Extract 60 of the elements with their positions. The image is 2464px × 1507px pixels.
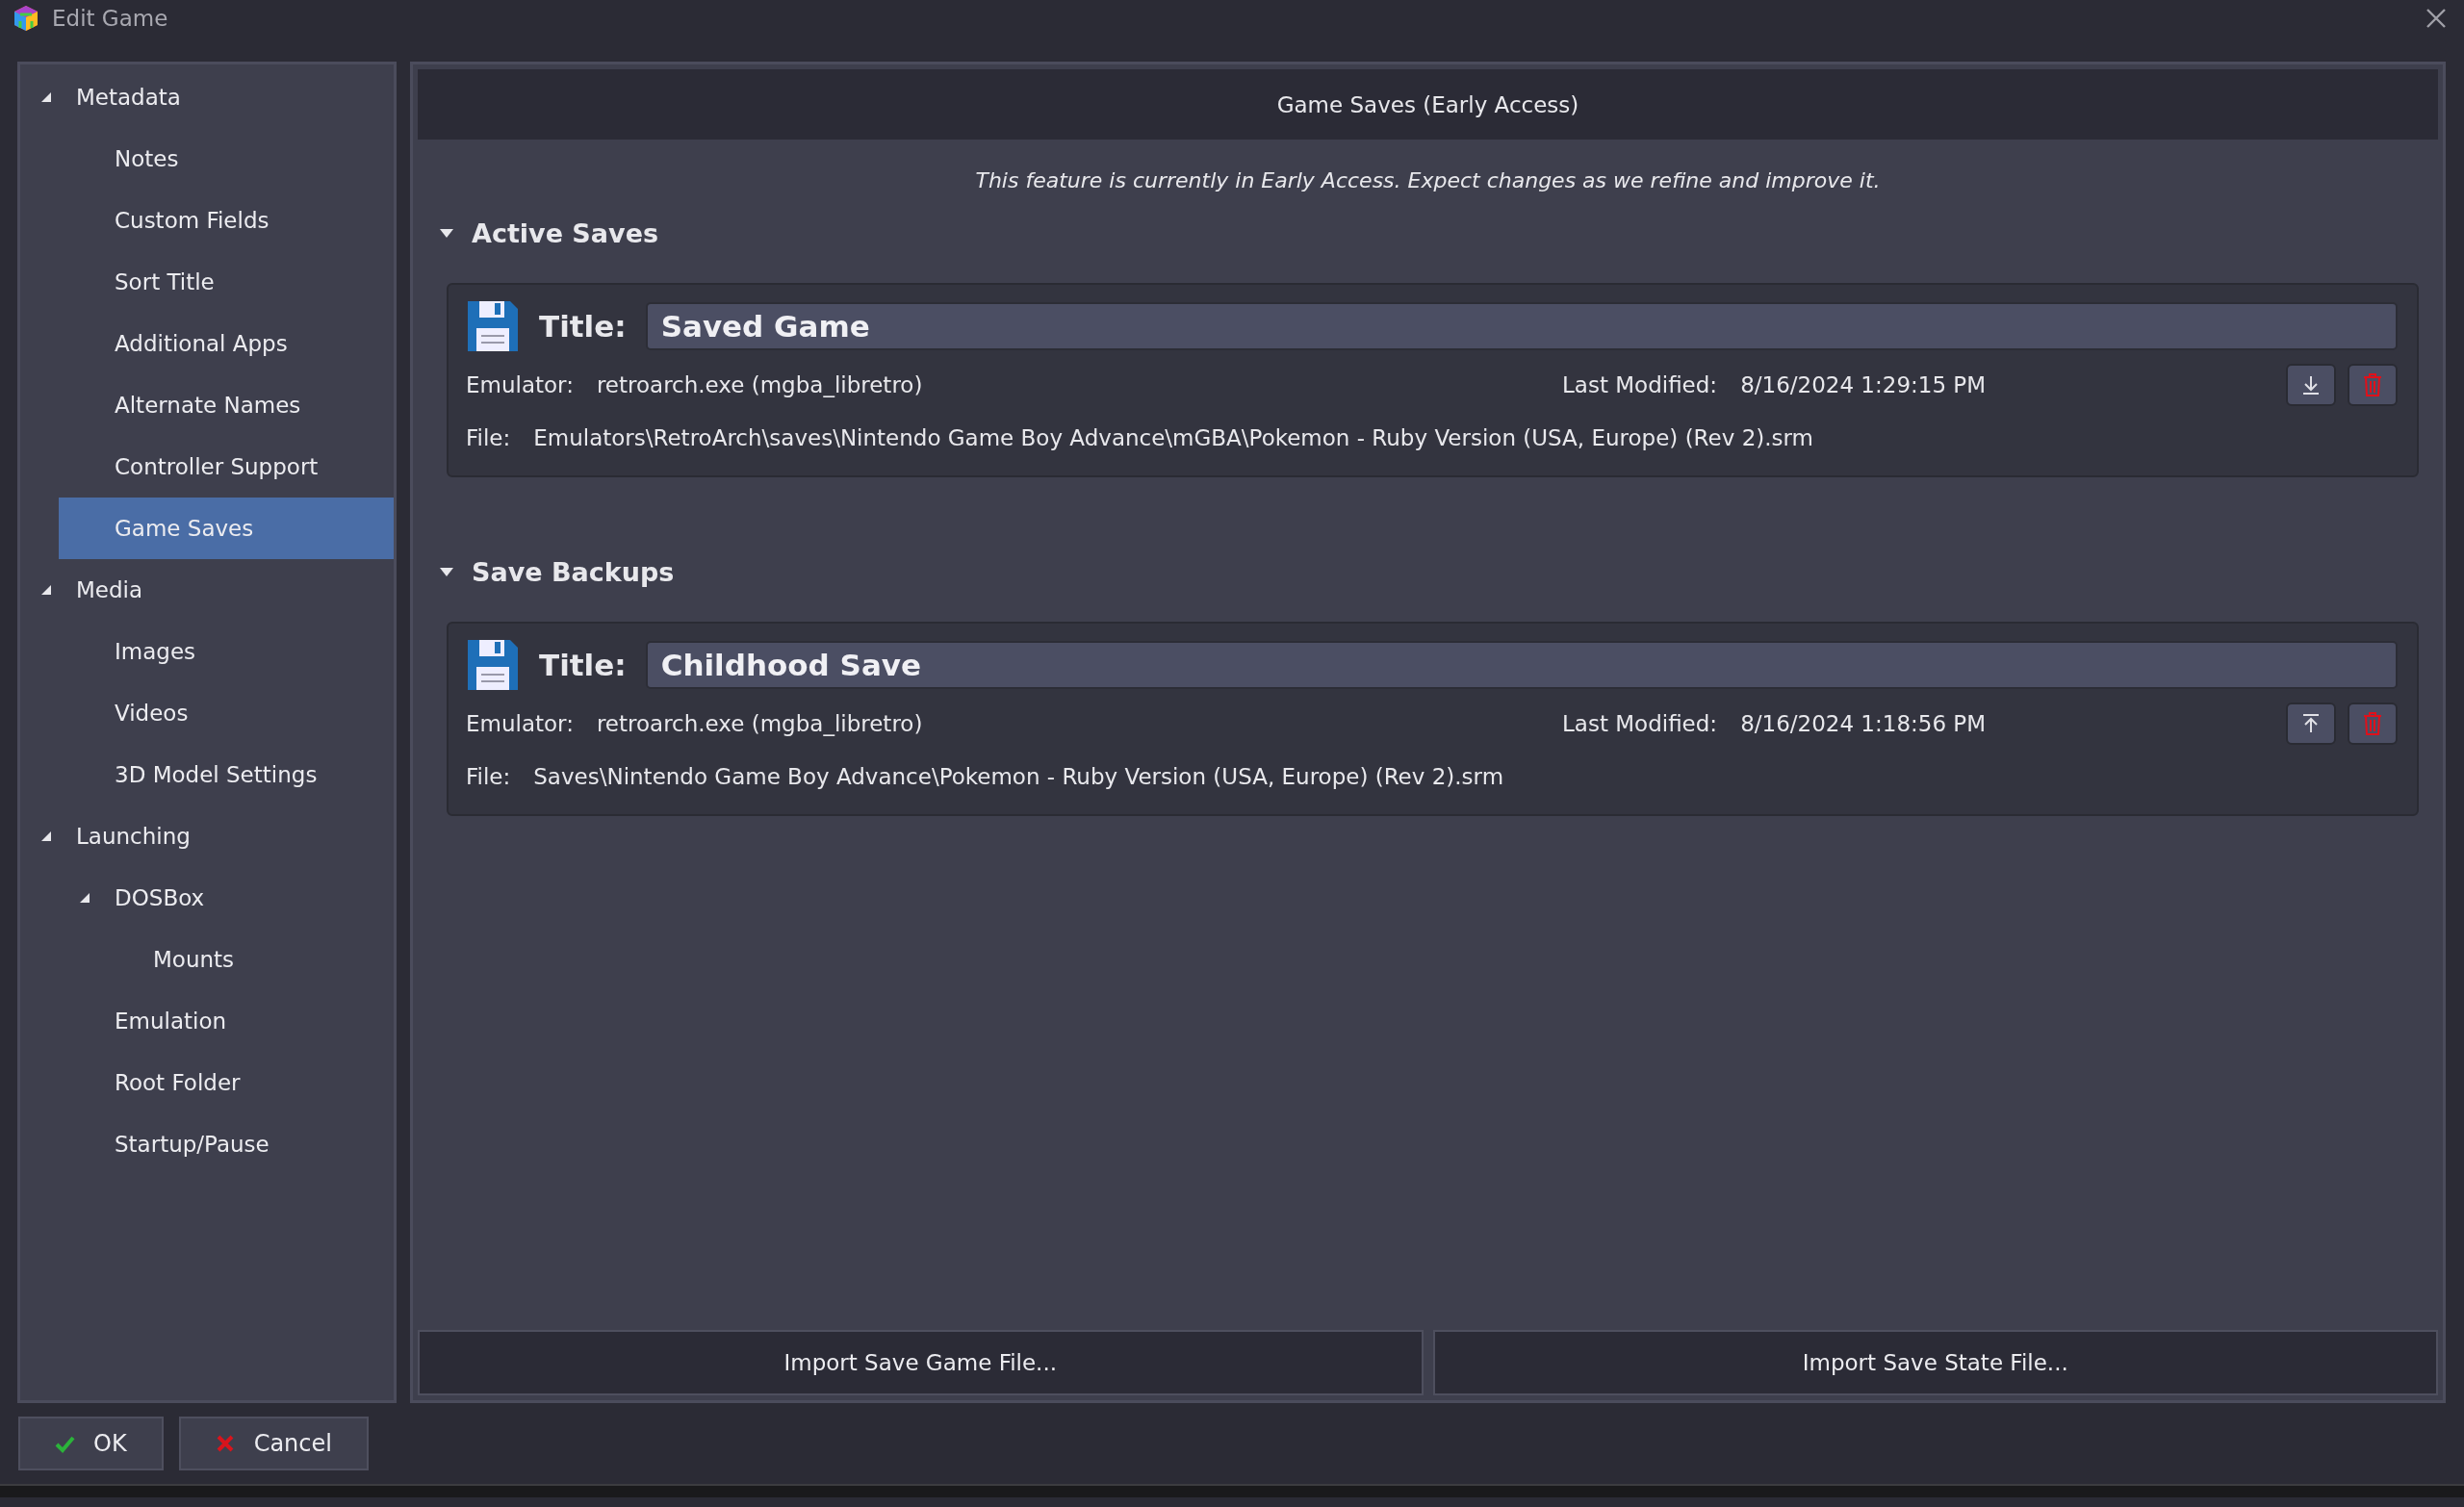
tree-item[interactable]: Custom Fields — [20, 190, 394, 251]
delete-button[interactable] — [2348, 702, 2398, 745]
title-label: Title: — [539, 648, 627, 682]
section-title: Save Backups — [472, 556, 675, 587]
tree-item[interactable]: Notes — [20, 128, 394, 190]
emulator-value: retroarch.exe (mgba_libretro) — [596, 711, 923, 736]
section-title: Active Saves — [472, 217, 659, 248]
title-label: Title: — [539, 309, 627, 344]
tree-item[interactable]: Metadata — [20, 66, 394, 128]
emulator-value: retroarch.exe (mgba_libretro) — [596, 372, 923, 397]
tree-item[interactable]: Launching — [20, 805, 394, 867]
last-modified-label: Last Modified: — [1562, 711, 1718, 736]
title-input-field[interactable]: Saved Game — [645, 302, 2398, 350]
tree-item[interactable]: Additional Apps — [20, 313, 394, 374]
tree-item[interactable]: 3D Model Settings — [20, 744, 394, 805]
tree-item[interactable]: Emulation — [20, 990, 394, 1052]
collapse-triangle-icon[interactable] — [39, 583, 53, 597]
tree-item[interactable]: Media — [20, 559, 394, 621]
cancel-button[interactable]: Cancel — [178, 1417, 369, 1470]
close-icon[interactable] — [2426, 8, 2447, 29]
upload-icon — [2300, 712, 2322, 735]
tree-item[interactable]: Startup/Pause — [20, 1113, 394, 1175]
emulator-label: Emulator: — [466, 711, 574, 736]
collapse-triangle-icon[interactable] — [39, 90, 53, 104]
download-button[interactable] — [2286, 364, 2336, 406]
download-icon — [2300, 373, 2322, 396]
last-modified-label: Last Modified: — [1562, 372, 1718, 397]
emulator-label: Emulator: — [466, 372, 574, 397]
ok-button[interactable]: OK — [18, 1417, 164, 1470]
file-label: File: — [466, 764, 511, 789]
upload-button[interactable] — [2286, 702, 2336, 745]
file-path: Saves\Nintendo Game Boy Advance\Pokemon - Ruby Version (USA, Europe) (Rev 2).srm — [533, 764, 1504, 789]
delete-button[interactable] — [2348, 364, 2398, 406]
collapse-triangle-icon[interactable] — [439, 566, 454, 577]
panel-header: Game Saves (Early Access) — [418, 69, 2438, 140]
tree-item[interactable]: Game Saves — [59, 498, 394, 559]
last-modified-value: 8/16/2024 1:18:56 PM — [1740, 711, 1987, 736]
collapse-triangle-icon[interactable] — [78, 891, 91, 905]
tree-item[interactable]: Root Folder — [20, 1052, 394, 1113]
early-access-note: This feature is currently in Early Access. Expect changes as we refine and improve it. — [974, 168, 1882, 192]
tree-item[interactable]: Controller Support — [20, 436, 394, 498]
collapse-triangle-icon[interactable] — [39, 830, 53, 843]
trash-icon — [2363, 372, 2382, 397]
check-icon — [55, 1434, 76, 1453]
tree-item[interactable]: Sort Title — [20, 251, 394, 313]
import-button[interactable]: Import Save Game File... — [418, 1330, 1424, 1395]
tree-item[interactable]: Alternate Names — [20, 374, 394, 436]
trash-icon — [2363, 711, 2382, 736]
app-logo-icon — [13, 5, 38, 32]
title-input-field[interactable]: Childhood Save — [645, 641, 2398, 689]
tree-item[interactable]: Mounts — [20, 929, 394, 990]
file-label: File: — [466, 425, 511, 450]
window-title: Edit Game — [52, 6, 169, 31]
tree-item[interactable]: Images — [20, 621, 394, 682]
tree-item[interactable]: DOSBox — [20, 867, 394, 929]
last-modified-value: 8/16/2024 1:29:15 PM — [1740, 372, 1987, 397]
file-path: Emulators\RetroArch\saves\Nintendo Game Boy Advance\mGBA\Pokemon - Ruby Version (USA, Europe) (Rev 2).srm — [533, 425, 1813, 450]
import-button[interactable]: Import Save State File... — [1432, 1330, 2438, 1395]
collapse-triangle-icon[interactable] — [439, 227, 454, 239]
tree-item[interactable]: Videos — [20, 682, 394, 744]
